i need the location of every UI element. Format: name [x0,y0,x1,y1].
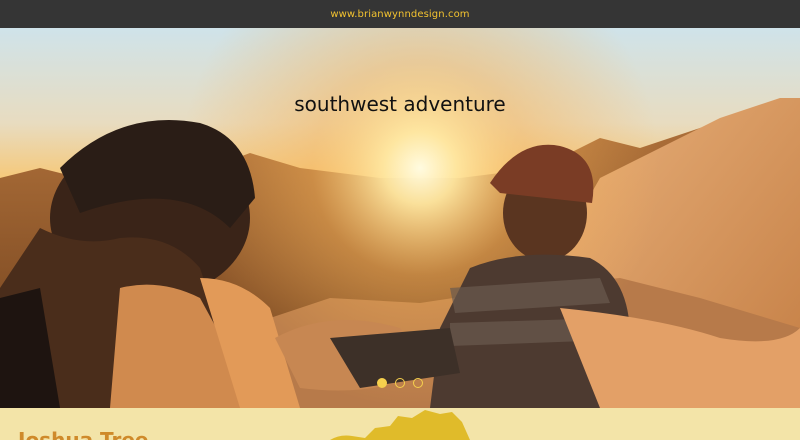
hero-slider: southwest adventure [0,28,800,408]
slide-dot-1[interactable] [377,378,387,388]
slide-dot-3[interactable] [413,378,423,388]
top-bar: www.brianwynndesign.com [0,0,800,28]
site-link[interactable]: www.brianwynndesign.com [330,9,469,20]
section-joshua-tree: Joshua Tree [0,408,800,440]
hero-photo [0,28,800,408]
slider-dots [0,378,800,388]
hero-title: southwest adventure [294,92,506,116]
section-heading: Joshua Tree [18,428,149,440]
slide-dot-2[interactable] [395,378,405,388]
